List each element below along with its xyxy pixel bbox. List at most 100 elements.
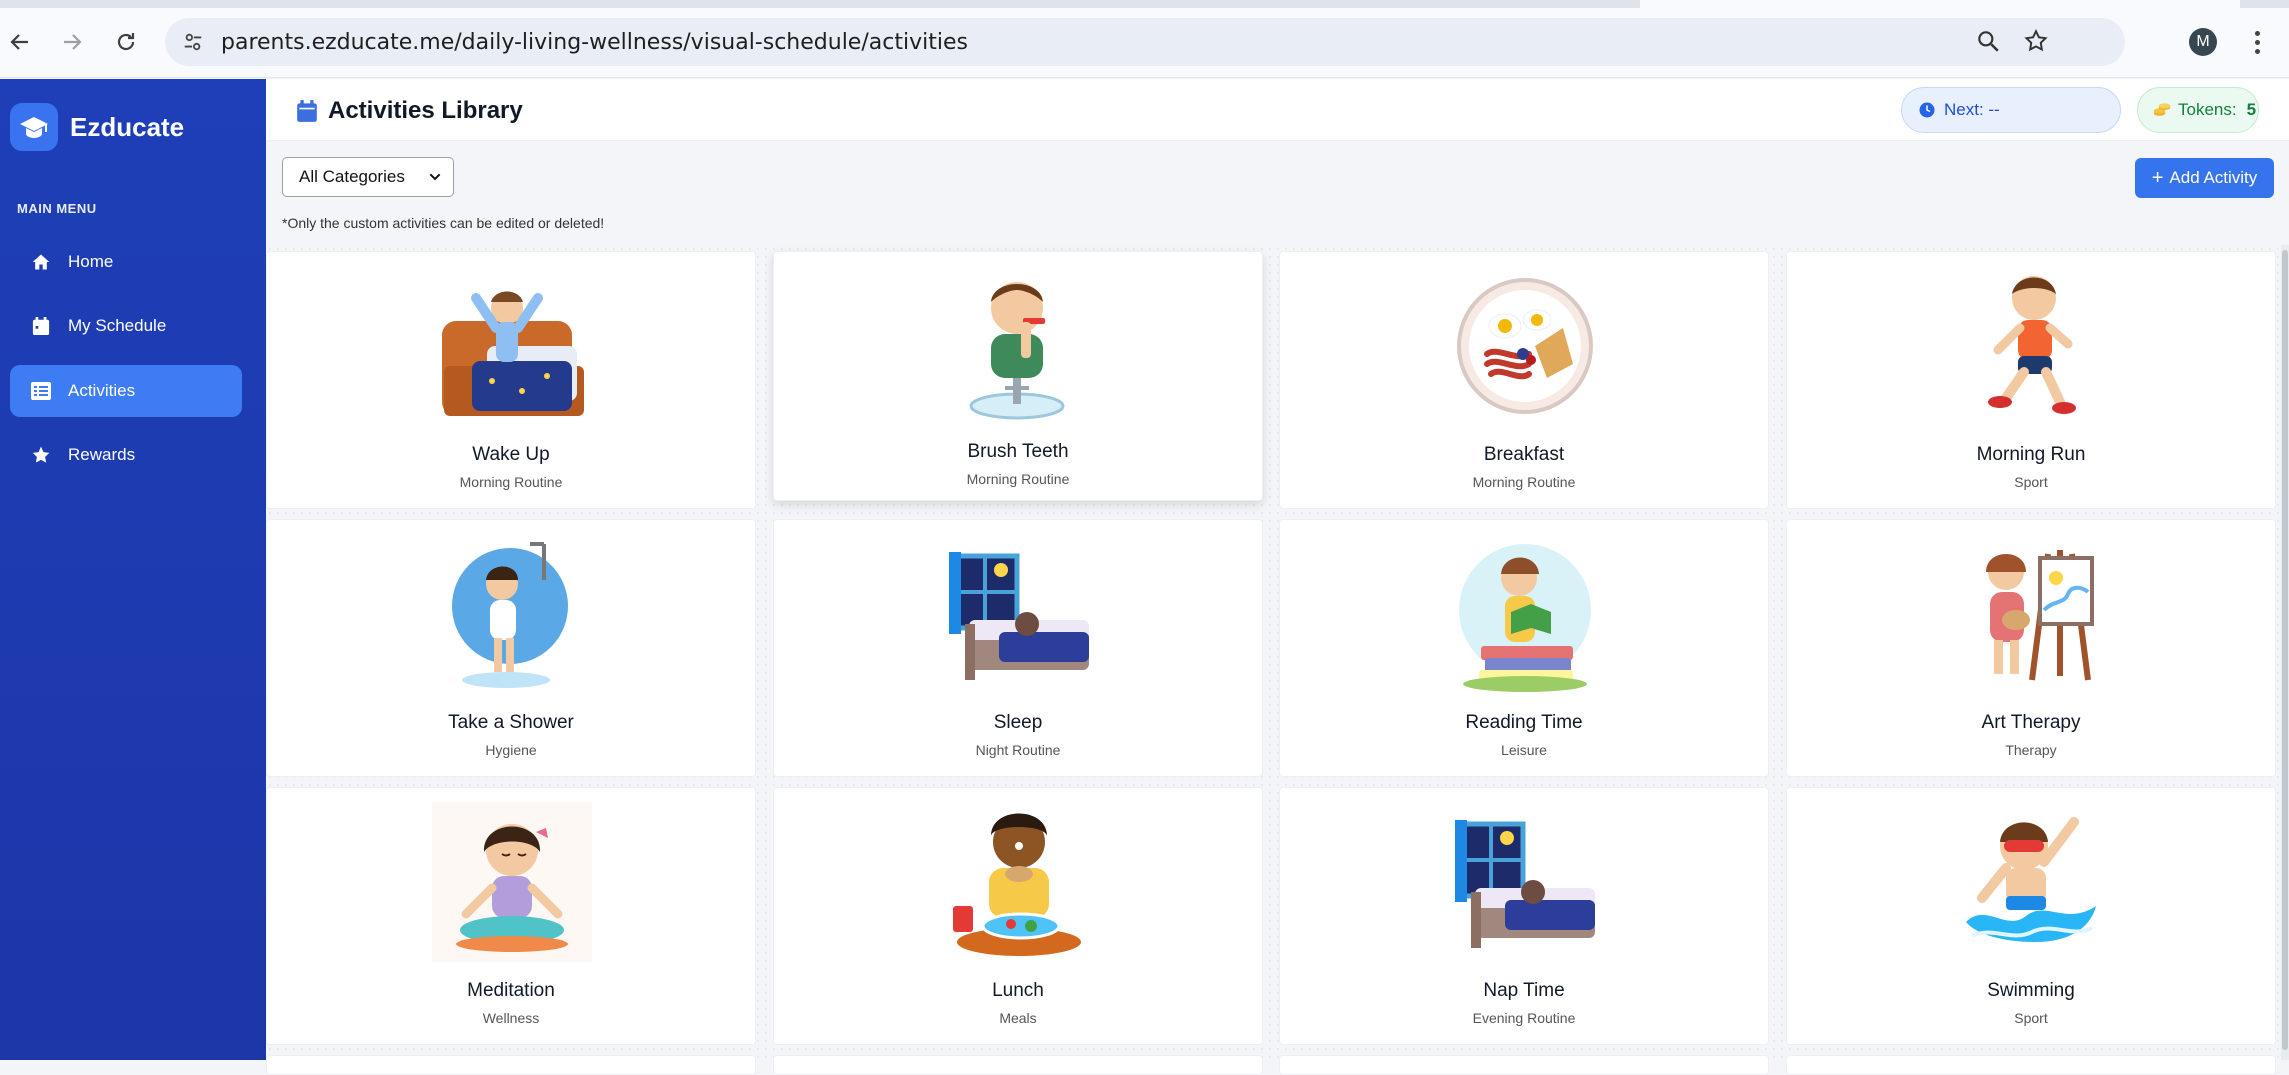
activity-card[interactable]: Take a Shower Hygiene bbox=[266, 519, 756, 777]
activity-category: Morning Routine bbox=[1472, 474, 1576, 490]
activity-category: Morning Routine bbox=[966, 471, 1070, 487]
star-icon bbox=[30, 444, 52, 466]
toothbrush-icon bbox=[939, 266, 1099, 426]
activity-category: Night Routine bbox=[975, 742, 1061, 758]
next-activity-badge[interactable]: Next: -- bbox=[1901, 87, 2121, 133]
url-text[interactable]: parents.ezducate.me/daily-living-wellnes… bbox=[221, 30, 968, 55]
graduation-cap-icon bbox=[10, 103, 58, 151]
activity-card[interactable]: Sleep Night Routine bbox=[773, 519, 1263, 777]
category-filter-value: All Categories bbox=[299, 167, 405, 186]
activity-name: Morning Run bbox=[1976, 444, 2086, 465]
activity-card[interactable]: Nap Time Evening Routine bbox=[1279, 787, 1769, 1045]
activity-category: Leisure bbox=[1501, 742, 1547, 758]
activity-name: Breakfast bbox=[1483, 444, 1565, 465]
sidebar: Ezducate MAIN MENU Home My Schedule Acti… bbox=[0, 79, 266, 1060]
sidebar-item-label: Home bbox=[68, 252, 114, 271]
activity-card[interactable]: Art Therapy Therapy bbox=[1786, 519, 2276, 777]
forward-icon[interactable] bbox=[52, 22, 92, 62]
scrollbar-thumb[interactable] bbox=[2282, 250, 2288, 1050]
brand[interactable]: Ezducate bbox=[10, 103, 184, 151]
activity-name: Nap Time bbox=[1483, 980, 1565, 1001]
activity-category: Wellness bbox=[482, 1010, 540, 1026]
activity-category: Sport bbox=[2014, 474, 2048, 490]
clock-icon bbox=[1919, 102, 1935, 118]
activity-card[interactable]: Reading Time Leisure bbox=[1279, 519, 1769, 777]
bookmark-star-icon[interactable] bbox=[2023, 28, 2053, 58]
sidebar-item-activities[interactable]: Activities bbox=[10, 365, 242, 417]
activity-card[interactable] bbox=[773, 1055, 1263, 1075]
sidebar-item-my-schedule[interactable]: My Schedule bbox=[10, 300, 242, 352]
bed-icon bbox=[432, 266, 592, 426]
sidebar-item-rewards[interactable]: Rewards bbox=[10, 429, 242, 481]
next-activity-text: Next: -- bbox=[1944, 100, 2000, 119]
activity-name: Sleep bbox=[993, 712, 1043, 733]
site-settings-icon[interactable] bbox=[179, 28, 207, 56]
add-activity-button[interactable]: + Add Activity bbox=[2135, 158, 2274, 198]
moon-icon bbox=[1445, 802, 1605, 962]
activity-name: Art Therapy bbox=[1981, 712, 2081, 733]
menu-section-title: MAIN MENU bbox=[17, 201, 97, 216]
page-header: Activities Library Next: -- Tokens: 5 bbox=[266, 79, 2289, 141]
sidebar-item-home[interactable]: Home bbox=[10, 236, 242, 288]
category-filter-select[interactable]: All Categories bbox=[282, 157, 454, 197]
activity-name: Swimming bbox=[1987, 980, 2075, 1001]
sidebar-item-label: Rewards bbox=[68, 445, 136, 464]
tokens-badge[interactable]: Tokens: 5 bbox=[2137, 87, 2259, 133]
moon-icon bbox=[939, 534, 1099, 694]
sidebar-item-label: My Schedule bbox=[68, 316, 167, 335]
browser-chrome: parents.ezducate.me/daily-living-wellnes… bbox=[0, 0, 2289, 78]
activity-card[interactable] bbox=[266, 1055, 756, 1075]
brand-name: Ezducate bbox=[70, 111, 185, 142]
activity-category: Sport bbox=[2014, 1010, 2048, 1026]
activity-card[interactable]: Lunch Meals bbox=[773, 787, 1263, 1045]
active-tab[interactable] bbox=[1640, 0, 2240, 8]
browser-menu-icon[interactable] bbox=[2245, 22, 2269, 62]
profile-avatar[interactable]: M bbox=[2189, 28, 2217, 56]
activity-category: Therapy bbox=[2005, 742, 2057, 758]
shower-icon bbox=[432, 534, 592, 694]
reload-icon[interactable] bbox=[106, 22, 146, 62]
easel-icon bbox=[1952, 534, 2112, 694]
swim-icon bbox=[1952, 802, 2112, 962]
activity-card[interactable]: Brush Teeth Morning Routine bbox=[773, 251, 1263, 501]
activity-card[interactable]: Wake Up Morning Routine bbox=[266, 251, 756, 509]
activity-grid: Wake Up Morning Routine Brush Teeth Morn… bbox=[266, 245, 2289, 1075]
add-activity-label: Add Activity bbox=[2169, 168, 2258, 187]
address-bar[interactable]: parents.ezducate.me/daily-living-wellnes… bbox=[165, 18, 2125, 66]
back-icon[interactable] bbox=[0, 22, 40, 62]
lunch-icon bbox=[939, 802, 1099, 962]
activity-name: Wake Up bbox=[472, 444, 550, 465]
custom-activities-note: *Only the custom activities can be edite… bbox=[282, 215, 605, 231]
activity-category: Meals bbox=[999, 1010, 1037, 1026]
activity-name: Brush Teeth bbox=[967, 441, 1069, 462]
activity-name: Lunch bbox=[992, 980, 1044, 1001]
coins-icon bbox=[2153, 103, 2171, 116]
zoom-icon[interactable] bbox=[1975, 28, 2005, 58]
tokens-value: 5 bbox=[2246, 100, 2257, 119]
list-icon bbox=[30, 380, 52, 402]
activity-card[interactable]: Breakfast Morning Routine bbox=[1279, 251, 1769, 509]
activity-category: Evening Routine bbox=[1472, 1010, 1576, 1026]
sidebar-item-label: Activities bbox=[68, 381, 136, 400]
tab-strip bbox=[0, 0, 2289, 8]
activity-card[interactable]: Swimming Sport bbox=[1786, 787, 2276, 1045]
activity-category: Morning Routine bbox=[459, 474, 563, 490]
content-scrollbar[interactable] bbox=[2281, 245, 2289, 1060]
activity-card[interactable]: Morning Run Sport bbox=[1786, 251, 2276, 509]
activity-card[interactable] bbox=[1279, 1055, 1769, 1075]
lotus-icon bbox=[432, 802, 592, 962]
calendar-icon bbox=[30, 315, 52, 337]
activity-card[interactable]: Meditation Wellness bbox=[266, 787, 756, 1045]
page-title-text: Activities Library bbox=[328, 97, 523, 124]
home-icon bbox=[30, 251, 52, 273]
activity-card[interactable] bbox=[1786, 1055, 2276, 1075]
chevron-down-icon bbox=[429, 173, 441, 181]
activity-category: Hygiene bbox=[485, 742, 537, 758]
book-icon bbox=[1445, 534, 1605, 694]
tokens-label: Tokens: bbox=[2178, 100, 2237, 119]
plate-icon bbox=[1445, 266, 1605, 426]
activity-name: Reading Time bbox=[1465, 712, 1583, 733]
calendar-icon bbox=[297, 100, 317, 122]
activity-name: Meditation bbox=[467, 980, 555, 1001]
activity-name: Take a Shower bbox=[448, 712, 574, 733]
